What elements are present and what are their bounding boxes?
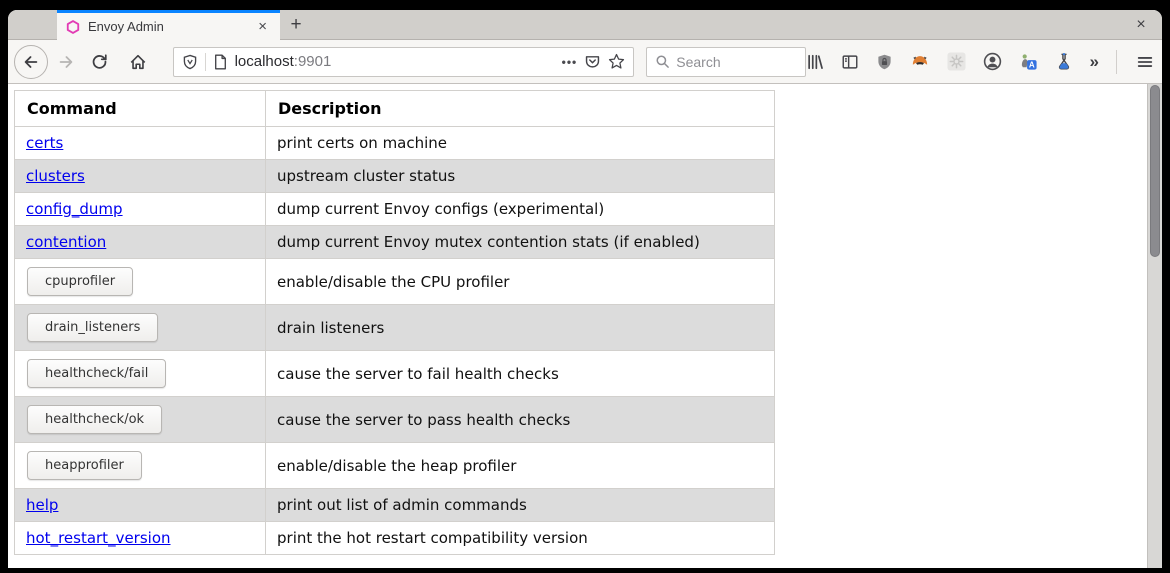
- tab-bar: Envoy Admin × + ×: [8, 10, 1162, 40]
- table-row: drain_listeners drain listeners: [15, 305, 775, 351]
- command-cell: healthcheck/ok: [15, 397, 266, 443]
- table-row: cpuprofiler enable/disable the CPU profi…: [15, 259, 775, 305]
- sidebar-icon[interactable]: [841, 53, 859, 71]
- home-icon: [129, 53, 147, 71]
- search-input[interactable]: [676, 54, 796, 70]
- reload-button[interactable]: [87, 53, 113, 70]
- command-cell: clusters: [15, 160, 266, 193]
- fox-extension-icon[interactable]: [910, 53, 930, 70]
- vertical-scrollbar[interactable]: [1147, 84, 1162, 568]
- tab-title: Envoy Admin: [88, 19, 246, 34]
- svg-text:A: A: [1028, 60, 1034, 69]
- command-button[interactable]: drain_listeners: [27, 313, 158, 342]
- description-cell: upstream cluster status: [266, 160, 775, 193]
- envoy-admin-page: Command Description certs print certs on…: [8, 84, 1147, 568]
- table-row: healthcheck/fail cause the server to fai…: [15, 351, 775, 397]
- table-row: config_dump dump current Envoy configs (…: [15, 193, 775, 226]
- flask-extension-icon[interactable]: [1055, 52, 1073, 71]
- window-close-button[interactable]: ×: [1120, 10, 1162, 40]
- command-link[interactable]: contention: [26, 233, 106, 251]
- reload-icon: [91, 53, 108, 70]
- search-bar[interactable]: [646, 47, 805, 77]
- tabbar-spacer: [312, 10, 1120, 40]
- tabbar-drag-space: [8, 10, 57, 40]
- urlbar-divider: [205, 53, 206, 71]
- command-cell: healthcheck/fail: [15, 351, 266, 397]
- search-icon: [655, 54, 670, 69]
- back-button[interactable]: [14, 45, 48, 79]
- url-text: localhost:9901: [235, 53, 332, 70]
- column-header-description: Description: [266, 91, 775, 127]
- overflow-chevrons-icon[interactable]: »: [1090, 52, 1097, 72]
- description-cell: cause the server to fail health checks: [266, 351, 775, 397]
- navigation-toolbar: localhost:9901 •••: [8, 40, 1162, 84]
- table-header-row: Command Description: [15, 91, 775, 127]
- forward-arrow-icon: [57, 53, 75, 71]
- back-arrow-icon: [22, 53, 40, 71]
- bookmark-star-icon[interactable]: [608, 53, 625, 70]
- command-button[interactable]: healthcheck/fail: [27, 359, 166, 388]
- table-row: healthcheck/ok cause the server to pass …: [15, 397, 775, 443]
- command-cell: heapprofiler: [15, 443, 266, 489]
- browser-window: Envoy Admin × + ×: [8, 10, 1162, 568]
- command-button[interactable]: healthcheck/ok: [27, 405, 162, 434]
- command-link[interactable]: clusters: [26, 167, 85, 185]
- command-cell: drain_listeners: [15, 305, 266, 351]
- command-cell: hot_restart_version: [15, 522, 266, 555]
- table-row: clusters upstream cluster status: [15, 160, 775, 193]
- command-cell: config_dump: [15, 193, 266, 226]
- table-row: certs print certs on machine: [15, 127, 775, 160]
- url-bar[interactable]: localhost:9901 •••: [173, 47, 635, 77]
- command-button[interactable]: cpuprofiler: [27, 267, 133, 296]
- forward-button[interactable]: [53, 53, 79, 71]
- command-link[interactable]: config_dump: [26, 200, 123, 218]
- translate-extension-icon[interactable]: A: [1019, 52, 1038, 71]
- column-header-command: Command: [15, 91, 266, 127]
- command-cell: certs: [15, 127, 266, 160]
- table-row: contention dump current Envoy mutex cont…: [15, 226, 775, 259]
- envoy-favicon-icon: [66, 20, 80, 34]
- table-row: heapprofiler enable/disable the heap pro…: [15, 443, 775, 489]
- tab-envoy-admin[interactable]: Envoy Admin ×: [57, 10, 280, 40]
- toolbar-divider: [1116, 50, 1117, 74]
- command-link[interactable]: help: [26, 496, 58, 514]
- description-cell: print the hot restart compatibility vers…: [266, 522, 775, 555]
- new-tab-button[interactable]: +: [280, 10, 312, 40]
- hamburger-menu-icon[interactable]: [1136, 53, 1154, 71]
- command-cell: help: [15, 489, 266, 522]
- page-actions-icon[interactable]: •••: [562, 55, 578, 69]
- url-host: localhost: [235, 53, 294, 70]
- disabled-extension-flower-icon[interactable]: [947, 52, 966, 71]
- tracking-protection-shield-icon[interactable]: [182, 54, 198, 70]
- command-table: Command Description certs print certs on…: [14, 90, 775, 555]
- description-cell: print certs on machine: [266, 127, 775, 160]
- library-icon[interactable]: [806, 53, 824, 71]
- extension-shield-lock-icon[interactable]: [876, 53, 893, 71]
- description-cell: dump current Envoy mutex contention stat…: [266, 226, 775, 259]
- description-cell: drain listeners: [266, 305, 775, 351]
- page-info-icon[interactable]: [213, 54, 228, 70]
- pocket-icon[interactable]: [584, 53, 601, 70]
- description-cell: enable/disable the CPU profiler: [266, 259, 775, 305]
- command-button[interactable]: heapprofiler: [27, 451, 142, 480]
- description-cell: enable/disable the heap profiler: [266, 443, 775, 489]
- table-row: hot_restart_version print the hot restar…: [15, 522, 775, 555]
- tab-close-icon[interactable]: ×: [254, 19, 271, 34]
- description-cell: dump current Envoy configs (experimental…: [266, 193, 775, 226]
- page-content: Command Description certs print certs on…: [8, 84, 1162, 568]
- command-table-body: certs print certs on machine clusters up…: [15, 127, 775, 555]
- command-cell: cpuprofiler: [15, 259, 266, 305]
- url-port: :9901: [294, 53, 332, 70]
- account-icon[interactable]: [983, 52, 1002, 71]
- command-link[interactable]: hot_restart_version: [26, 529, 171, 547]
- home-button[interactable]: [125, 53, 151, 71]
- table-row: help print out list of admin commands: [15, 489, 775, 522]
- command-link[interactable]: certs: [26, 134, 63, 152]
- description-cell: cause the server to pass health checks: [266, 397, 775, 443]
- description-cell: print out list of admin commands: [266, 489, 775, 522]
- command-cell: contention: [15, 226, 266, 259]
- scrollbar-thumb[interactable]: [1150, 85, 1160, 257]
